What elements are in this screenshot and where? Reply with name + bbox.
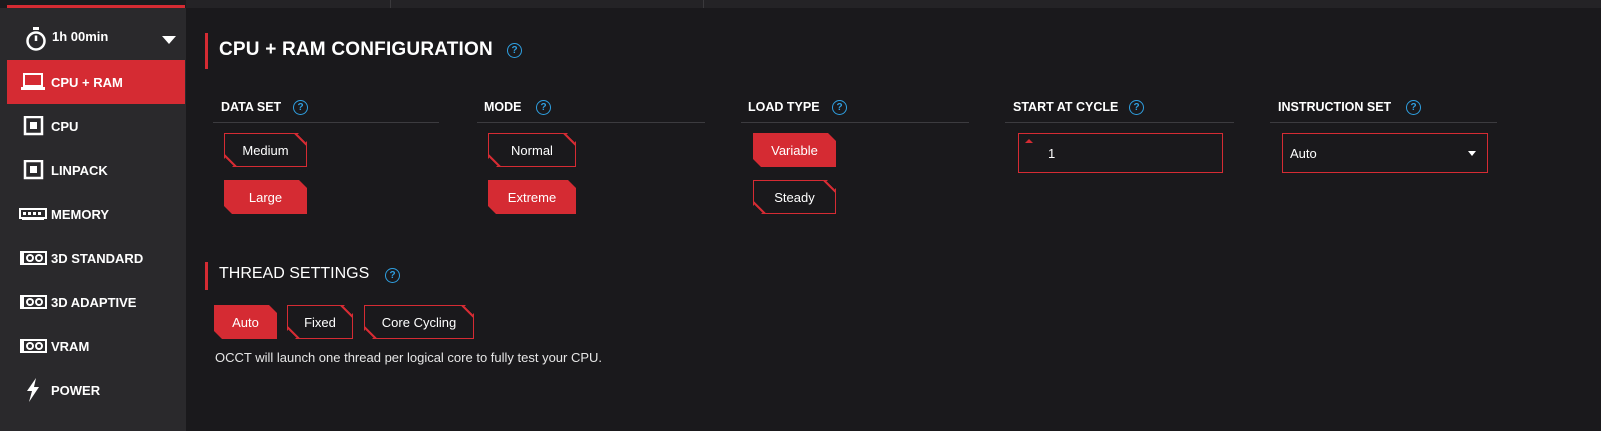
instruction-set-value: Auto xyxy=(1290,146,1317,161)
sidebar-item-label: CPU xyxy=(51,119,79,134)
lightning-icon xyxy=(27,378,39,402)
help-icon[interactable]: ? xyxy=(1129,100,1144,115)
load-type-label: LOAD TYPE xyxy=(748,100,820,114)
sidebar-item-3d-adaptive[interactable]: 3D ADAPTIVE xyxy=(7,280,185,324)
help-icon[interactable]: ? xyxy=(385,268,400,283)
laptop-icon xyxy=(21,73,45,90)
start-cycle-label: START AT CYCLE xyxy=(1013,100,1119,114)
instruction-set-label: INSTRUCTION SET xyxy=(1278,100,1392,114)
section-marker xyxy=(205,33,208,69)
column-divider xyxy=(1005,122,1234,123)
top-strip-bar xyxy=(186,0,1601,8)
thread-settings-title: THREAD SETTINGS xyxy=(219,265,370,282)
mode-option-normal[interactable]: Normal xyxy=(488,133,576,167)
thread-description: OCCT will launch one thread per logical … xyxy=(215,350,603,365)
sidebar-item-cpu-ram[interactable]: CPU + RAM xyxy=(7,60,185,104)
gpu-icon xyxy=(20,339,47,353)
load-type-option-steady[interactable]: Steady xyxy=(753,180,836,214)
sidebar-item-label: LINPACK xyxy=(51,163,108,178)
start-cycle-input[interactable]: 1 xyxy=(1018,133,1223,173)
sidebar-item-memory[interactable]: MEMORY xyxy=(7,192,185,236)
data-set-option-large[interactable]: Large xyxy=(224,180,307,214)
load-type-option-variable[interactable]: Variable xyxy=(753,133,836,167)
memory-icon xyxy=(19,208,47,220)
thread-option-fixed[interactable]: Fixed xyxy=(287,305,353,339)
section-marker xyxy=(205,262,208,290)
column-divider xyxy=(477,122,705,123)
stopwatch-icon xyxy=(26,27,46,51)
gpu-icon xyxy=(20,295,47,309)
sidebar-item-label: 3D STANDARD xyxy=(51,251,144,266)
sidebar-item-label: VRAM xyxy=(51,339,90,354)
sidebar-item-cpu[interactable]: CPU xyxy=(7,104,185,148)
chevron-down-icon xyxy=(1468,151,1476,156)
top-strip-divider xyxy=(390,0,391,8)
top-strip-divider xyxy=(703,0,704,8)
thread-option-core-cycling[interactable]: Core Cycling xyxy=(364,305,474,339)
sidebar-item-label: POWER xyxy=(51,383,101,398)
column-divider xyxy=(1270,122,1497,123)
instruction-set-select[interactable]: Auto xyxy=(1282,133,1488,173)
column-divider xyxy=(741,122,969,123)
chevron-down-icon xyxy=(162,36,176,44)
sidebar-item-label: 3D ADAPTIVE xyxy=(51,295,137,310)
duration-label: 1h 00min xyxy=(52,29,109,44)
sidebar: 1h 00min CPU + RAM CPU LINPACK MEMORY 3D… xyxy=(0,8,186,431)
sidebar-item-label: MEMORY xyxy=(51,207,110,222)
column-divider xyxy=(213,122,439,123)
page-title: CPU + RAM CONFIGURATION xyxy=(219,39,493,60)
gpu-icon xyxy=(20,251,47,265)
help-icon[interactable]: ? xyxy=(507,43,522,58)
duration-selector[interactable]: 1h 00min xyxy=(7,16,185,60)
top-strip xyxy=(0,0,1601,8)
mode-label: MODE xyxy=(484,100,522,114)
data-set-option-medium[interactable]: Medium xyxy=(224,133,307,167)
sidebar-item-3d-standard[interactable]: 3D STANDARD xyxy=(7,236,185,280)
chip-icon xyxy=(23,160,44,180)
thread-option-auto[interactable]: Auto xyxy=(214,305,277,339)
chip-icon xyxy=(23,116,44,136)
help-icon[interactable]: ? xyxy=(536,100,551,115)
start-cycle-value: 1 xyxy=(1048,146,1056,161)
sidebar-item-vram[interactable]: VRAM xyxy=(7,324,185,368)
help-icon[interactable]: ? xyxy=(293,100,308,115)
help-icon[interactable]: ? xyxy=(1406,100,1421,115)
sidebar-item-label: CPU + RAM xyxy=(51,75,123,90)
mode-option-extreme[interactable]: Extreme xyxy=(488,180,576,214)
data-set-label: DATA SET xyxy=(221,100,282,114)
spin-up-icon[interactable] xyxy=(1025,139,1033,143)
sidebar-item-power[interactable]: POWER xyxy=(7,368,185,412)
sidebar-item-linpack[interactable]: LINPACK xyxy=(7,148,185,192)
help-icon[interactable]: ? xyxy=(832,100,847,115)
